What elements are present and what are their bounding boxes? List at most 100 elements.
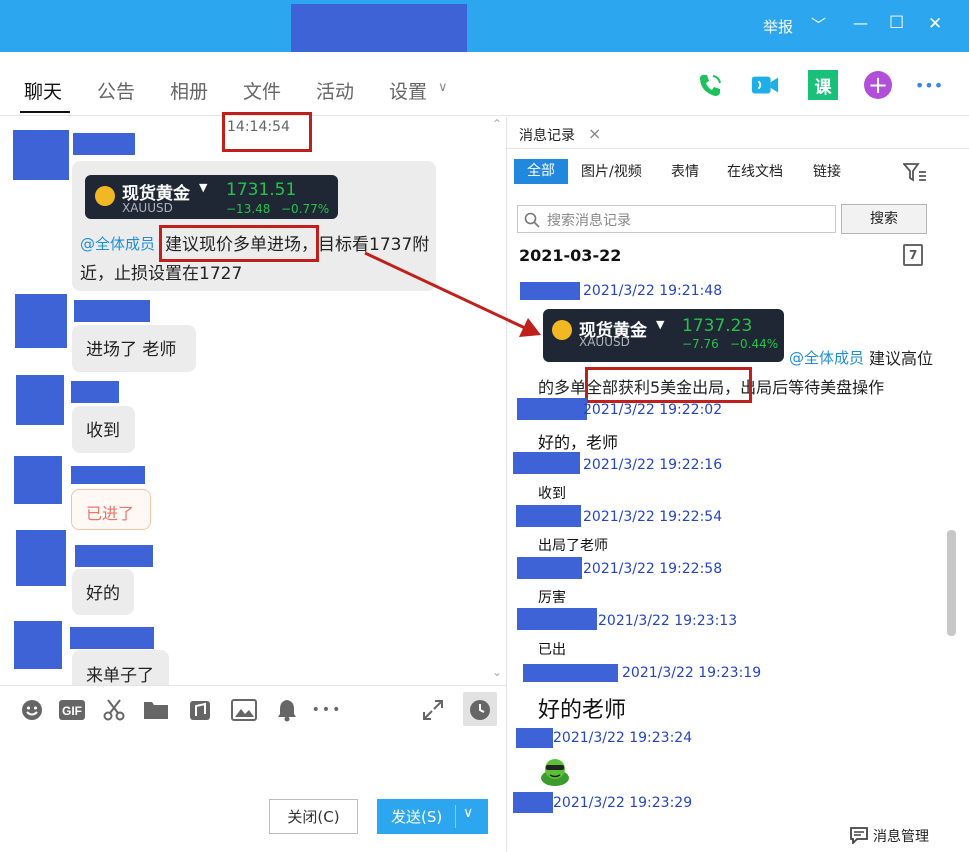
- close-button[interactable]: 关闭(C): [269, 799, 358, 834]
- message-bubble[interactable]: 来单子了: [72, 650, 169, 686]
- avatar[interactable]: [13, 130, 69, 180]
- gold-card-percent: −0.44%: [730, 337, 779, 351]
- active-tab-underline: [20, 111, 70, 113]
- gold-card-symbol: XAUUSD: [122, 201, 173, 215]
- sender-name-redacted: [73, 133, 135, 155]
- scissors-icon[interactable]: [101, 697, 127, 723]
- highlight-box-exit: [585, 367, 752, 403]
- sender-name-redacted: [75, 545, 153, 567]
- scroll-up-icon[interactable]: ⌃: [492, 117, 502, 131]
- maximize-icon[interactable]: ☐: [889, 13, 904, 33]
- panel-tab-history[interactable]: 消息记录: [519, 125, 575, 145]
- folder-icon[interactable]: [143, 697, 169, 723]
- message-text: 近，止损设置在1727: [80, 264, 243, 284]
- history-clock-icon[interactable]: [467, 697, 493, 723]
- gold-card-percent: −0.77%: [281, 202, 330, 216]
- scroll-down-icon[interactable]: ⌄: [492, 665, 502, 679]
- sender-name-redacted: [516, 505, 581, 527]
- tab-files[interactable]: 文件: [243, 77, 281, 104]
- image-icon[interactable]: [231, 697, 257, 723]
- message-text: 已出: [538, 642, 566, 658]
- avatar[interactable]: [15, 294, 67, 348]
- filter-links[interactable]: 链接: [813, 160, 841, 184]
- mention-all[interactable]: @全体成员: [80, 233, 155, 254]
- calendar-icon[interactable]: 7: [903, 244, 923, 266]
- sender-name-redacted: [74, 300, 150, 322]
- tab-announcement[interactable]: 公告: [97, 77, 135, 104]
- report-link[interactable]: 举报: [763, 16, 793, 37]
- highlight-box-advice: [159, 225, 319, 262]
- gold-coin-icon: [95, 186, 115, 206]
- dropdown-icon: ▼: [199, 181, 208, 194]
- message-text: 出局了老师: [538, 538, 608, 554]
- mention-all[interactable]: @全体成员: [789, 347, 864, 368]
- add-app-icon[interactable]: +: [864, 71, 892, 99]
- send-button-divider: [455, 805, 456, 828]
- message-bubble[interactable]: 进场了 老师: [72, 325, 196, 372]
- message-timestamp: 2021/3/22 19:21:48: [583, 283, 723, 299]
- filter-stickers[interactable]: 表情: [671, 160, 699, 184]
- send-options-chevron-icon[interactable]: ∨: [463, 805, 473, 821]
- gold-card-price: 1731.51: [226, 180, 297, 200]
- filter-online-docs[interactable]: 在线文档: [727, 160, 783, 184]
- sender-name-redacted: [517, 608, 597, 630]
- gold-card-price: 1737.23: [682, 316, 753, 336]
- avatar[interactable]: [16, 530, 66, 586]
- message-text: 建议高位: [869, 349, 934, 368]
- sticker-turtle-icon[interactable]: [537, 756, 573, 792]
- message-input[interactable]: [0, 736, 506, 852]
- search-placeholder: 搜索消息记录: [547, 213, 631, 229]
- voice-call-icon[interactable]: [695, 70, 725, 100]
- message-bubble[interactable]: 好的: [72, 569, 134, 615]
- search-input[interactable]: 搜索消息记录: [517, 205, 836, 233]
- gif-icon[interactable]: GIF: [59, 697, 85, 723]
- search-icon: [524, 212, 540, 228]
- message-text: 收到: [538, 486, 566, 502]
- sender-name-redacted: [523, 664, 618, 682]
- course-icon[interactable]: 课: [808, 70, 838, 100]
- message-bubble[interactable]: 收到: [72, 406, 135, 453]
- sticker-bubble[interactable]: 已进了: [71, 489, 151, 530]
- settings-chevron-icon[interactable]: ∨: [438, 80, 448, 95]
- filter-all[interactable]: 全部: [514, 159, 568, 184]
- avatar[interactable]: [16, 375, 64, 425]
- message-timestamp: 2021/3/22 19:23:13: [598, 613, 738, 629]
- close-icon[interactable]: ✕: [928, 14, 942, 34]
- message-timestamp: 2021/3/22 19:23:29: [553, 795, 693, 811]
- gold-card-change: −7.76: [682, 337, 719, 351]
- panel-tab-close-icon[interactable]: ×: [588, 124, 601, 143]
- message-text: 来单子了: [86, 666, 154, 686]
- filter-settings-icon[interactable]: [902, 162, 927, 186]
- tab-settings[interactable]: 设置: [389, 77, 427, 104]
- history-scrollbar[interactable]: [947, 530, 956, 636]
- video-call-icon[interactable]: [750, 70, 780, 100]
- emoji-icon[interactable]: [19, 697, 45, 723]
- sender-name-redacted: [517, 398, 587, 420]
- message-manage-icon[interactable]: [849, 826, 869, 848]
- bell-icon[interactable]: [274, 697, 300, 723]
- message-text: 好的，老师: [538, 433, 619, 452]
- more-tools-icon[interactable]: •••: [312, 697, 341, 723]
- send-button[interactable]: 发送(S) ∨: [377, 799, 488, 834]
- dropdown-icon: ▼: [656, 318, 665, 331]
- message-manage-link[interactable]: 消息管理: [873, 826, 929, 846]
- expand-icon[interactable]: [420, 697, 446, 723]
- gold-card-change: −13.48: [226, 202, 271, 216]
- chevron-down-icon[interactable]: ﹀: [811, 14, 826, 35]
- avatar[interactable]: [14, 621, 62, 669]
- message-timestamp: 2021/3/22 19:22:02: [583, 402, 723, 418]
- window-title-redacted: [291, 4, 467, 54]
- tab-chat[interactable]: 聊天: [24, 77, 62, 104]
- minimize-icon[interactable]: —: [853, 14, 868, 32]
- message-text: 厉害: [538, 590, 566, 606]
- tab-activity[interactable]: 活动: [316, 77, 354, 104]
- search-button[interactable]: 搜索: [841, 204, 927, 234]
- avatar[interactable]: [14, 456, 62, 504]
- message-text: 好的: [86, 584, 120, 604]
- sender-name-redacted: [516, 728, 553, 748]
- tab-album[interactable]: 相册: [170, 77, 208, 104]
- sender-name-redacted: [513, 792, 553, 813]
- more-icon[interactable]: •••: [912, 70, 946, 100]
- music-icon[interactable]: [187, 697, 213, 723]
- filter-images-videos[interactable]: 图片/视频: [581, 160, 642, 184]
